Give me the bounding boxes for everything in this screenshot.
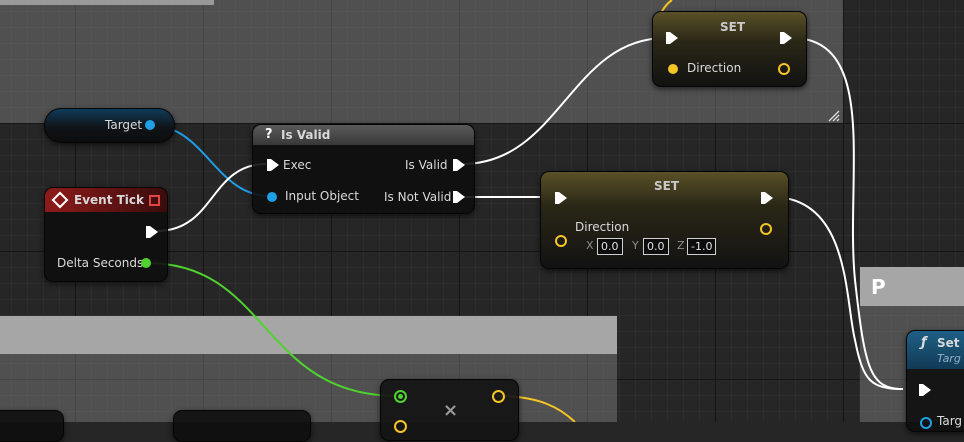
wire-exec-setmid-out xyxy=(771,196,904,390)
set-top-direction-out-pin[interactable] xyxy=(778,63,790,75)
vector-z-input[interactable]: -1.0 xyxy=(687,238,717,255)
wire-float-delta xyxy=(146,262,399,397)
set-top-title: SET xyxy=(720,20,746,34)
is-not-valid-exec-out-pin[interactable] xyxy=(453,191,465,203)
event-tick-exec-out-pin[interactable] xyxy=(146,226,158,238)
input-object-pin[interactable] xyxy=(267,192,277,202)
set-actor-subtitle: Targ xyxy=(937,352,961,365)
axis-y-label: Y xyxy=(632,239,639,252)
axis-x-label: X xyxy=(586,239,594,252)
set-top-exec-in-pin[interactable] xyxy=(666,32,678,44)
event-tick-node[interactable]: Event Tick Delta Seconds xyxy=(44,187,168,282)
event-tick-title: Event Tick xyxy=(74,193,145,207)
target-getter-node[interactable]: Target xyxy=(44,108,175,143)
event-diamond-icon xyxy=(51,191,69,209)
input-object-label: Input Object xyxy=(285,189,359,203)
set-actor-title: Set A xyxy=(937,336,964,350)
multiply-out-pin[interactable] xyxy=(492,390,505,403)
axis-z-label: Z xyxy=(677,239,685,252)
set-direction-node-mid[interactable]: SET Direction X 0.0 Y 0.0 Z -1.0 xyxy=(540,171,789,269)
vector-y-input[interactable]: 0.0 xyxy=(643,238,669,255)
is-valid-node[interactable]: ? Is Valid Exec Input Object Is Valid Is… xyxy=(252,124,475,214)
event-stop-icon[interactable] xyxy=(149,195,160,206)
question-icon: ? xyxy=(265,127,273,142)
set-top-exec-out-pin[interactable] xyxy=(780,32,792,44)
set-mid-exec-out-pin[interactable] xyxy=(761,192,773,204)
is-valid-exec-out-pin[interactable] xyxy=(453,159,465,171)
set-actor-target-label: Targ xyxy=(937,414,963,428)
delta-seconds-label: Delta Seconds xyxy=(57,256,144,270)
wire-exec-settop-out xyxy=(791,37,904,390)
wire-exec-isvalid-settop xyxy=(461,37,667,165)
multiply-in-pin[interactable] xyxy=(394,390,407,403)
partial-node-left[interactable] xyxy=(0,410,64,442)
set-top-direction-label: Direction xyxy=(687,61,742,75)
wire-exec-tick-isvalid xyxy=(156,163,267,232)
set-top-direction-in-pin[interactable] xyxy=(668,64,678,74)
multiply-node[interactable]: × xyxy=(380,379,519,441)
target-label: Target xyxy=(105,118,143,132)
is-not-valid-label: Is Not Valid xyxy=(384,190,452,204)
is-valid-header: ? Is Valid xyxy=(253,125,474,145)
is-valid-title: Is Valid xyxy=(281,128,331,142)
set-actor-header: ƒ Set A Targ xyxy=(907,331,964,369)
set-direction-node-top[interactable]: SET Direction xyxy=(652,11,807,87)
vector-x-input[interactable]: 0.0 xyxy=(597,238,623,255)
set-mid-direction-in-pin[interactable] xyxy=(555,235,567,247)
is-valid-exec-in-pin[interactable] xyxy=(267,159,279,171)
delta-seconds-pin[interactable] xyxy=(141,258,151,268)
set-actor-function-node[interactable]: ƒ Set A Targ Targ xyxy=(906,330,964,432)
is-valid-out-label: Is Valid xyxy=(405,158,448,172)
function-icon: ƒ xyxy=(921,335,927,350)
event-tick-header: Event Tick xyxy=(45,188,167,212)
set-mid-direction-label: Direction xyxy=(575,220,630,234)
set-mid-exec-in-pin[interactable] xyxy=(555,192,567,204)
set-actor-exec-in-pin[interactable] xyxy=(919,384,931,396)
exec-label: Exec xyxy=(283,158,312,172)
target-object-pin[interactable] xyxy=(145,120,155,130)
partial-node-mid[interactable] xyxy=(173,410,311,442)
multiply-icon: × xyxy=(443,400,459,421)
set-mid-direction-out-pin[interactable] xyxy=(760,223,772,235)
set-mid-title: SET xyxy=(654,179,680,193)
set-actor-target-pin[interactable] xyxy=(920,417,932,429)
